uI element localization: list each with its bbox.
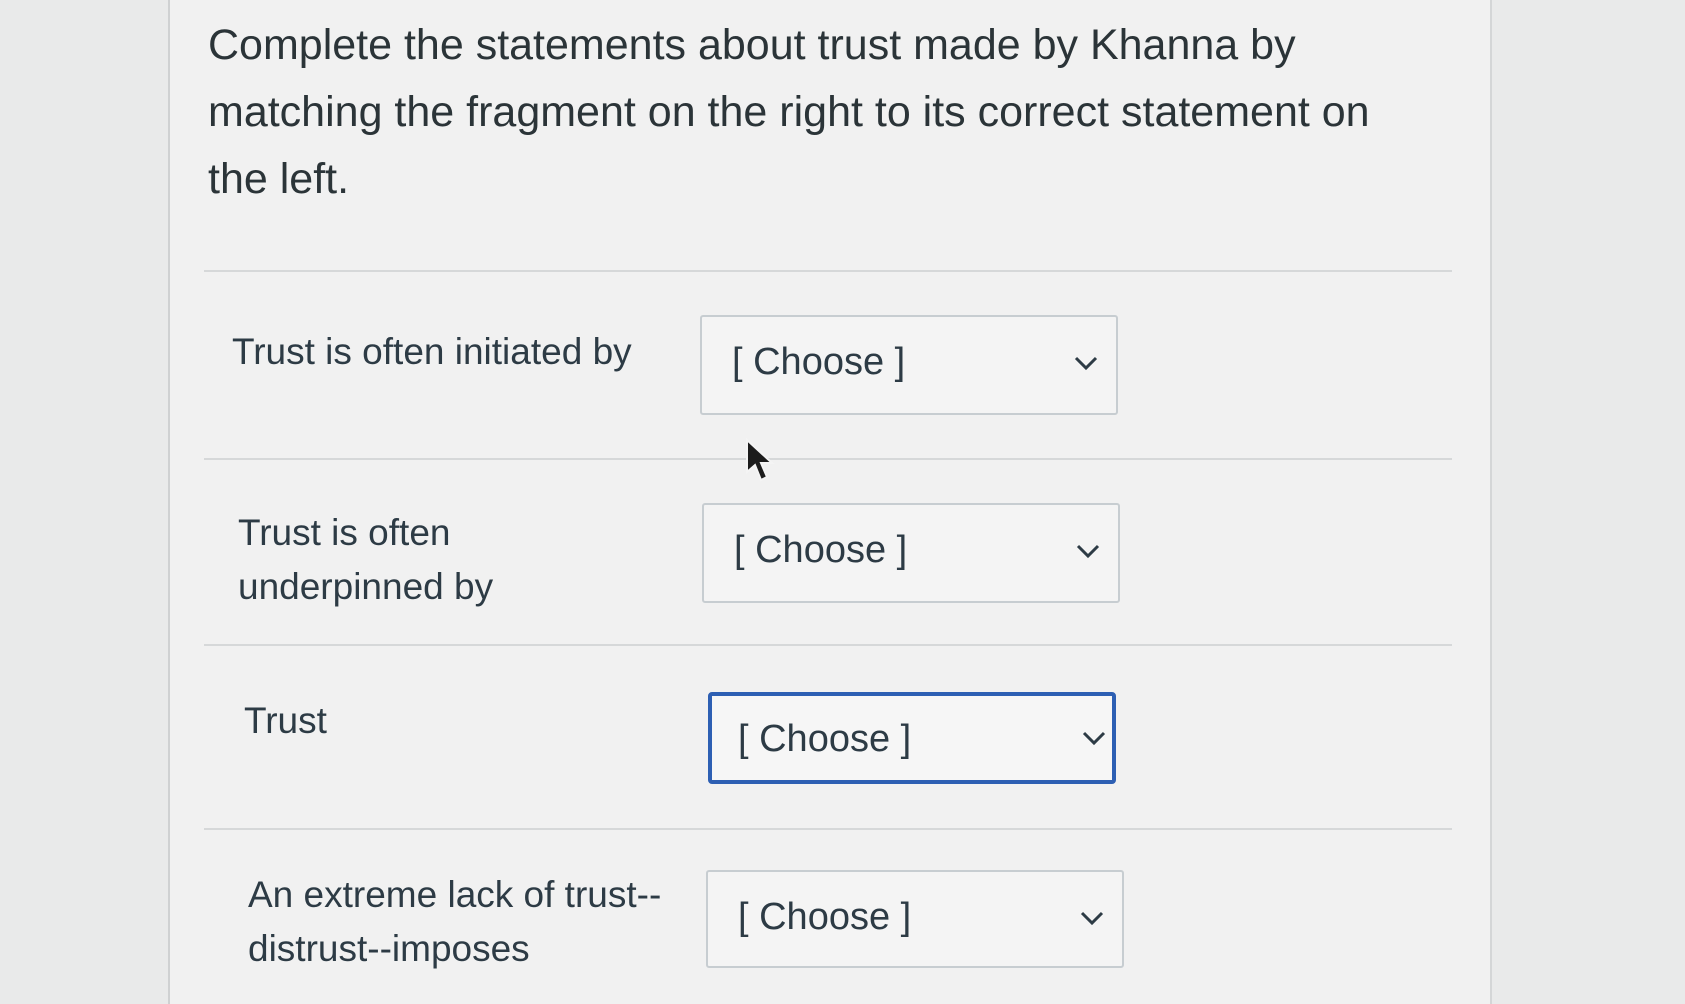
chevron-down-icon: [1082, 731, 1106, 746]
answer-dropdown-2[interactable]: [ Choose ]: [702, 503, 1120, 603]
divider: [204, 270, 1452, 272]
chevron-down-icon: [1074, 356, 1098, 371]
dropdown-selected-value: [ Choose ]: [738, 896, 912, 938]
question-panel: Complete the statements about trust made…: [168, 0, 1492, 1004]
dropdown-selected-value: [ Choose ]: [734, 529, 908, 571]
question-prompt: Complete the statements about trust made…: [208, 21, 1370, 203]
divider: [204, 644, 1452, 646]
dropdown-selected-value: [ Choose ]: [732, 341, 906, 383]
statement-label-1: Trust is often initiated by: [232, 331, 632, 372]
answer-dropdown-4[interactable]: [ Choose ]: [706, 870, 1124, 968]
mouse-pointer-icon: [746, 438, 775, 482]
statement-label-4: An extreme lack of trust--distrust--impo…: [248, 874, 662, 969]
answer-dropdown-1[interactable]: [ Choose ]: [700, 315, 1118, 415]
divider: [204, 458, 1452, 460]
answer-dropdown-3[interactable]: [ Choose ]: [708, 692, 1116, 784]
divider: [204, 828, 1452, 830]
chevron-down-icon: [1076, 544, 1100, 559]
chevron-down-icon: [1080, 911, 1104, 926]
dropdown-selected-value: [ Choose ]: [738, 718, 912, 760]
statement-label-3: Trust: [244, 700, 327, 741]
statement-label-2: Trust is often underpinned by: [238, 512, 494, 607]
